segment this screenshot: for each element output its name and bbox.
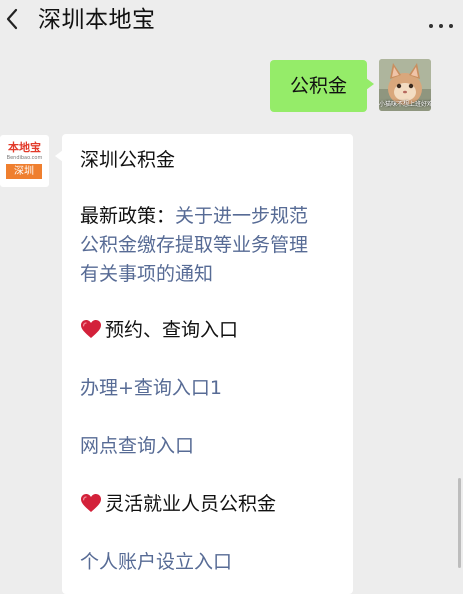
more-options-icon[interactable] — [427, 14, 455, 34]
section-appointment-label: 预约、查询入口 — [105, 319, 239, 341]
policy-link-line-2[interactable]: 公积金缴存提取等业务管理 — [80, 231, 308, 260]
bendibao-logo-text: 本地宝 — [8, 141, 41, 154]
policy-label: 最新政策： — [80, 205, 176, 227]
bendibao-logo-url: Bendibao.com — [6, 155, 43, 161]
outgoing-message: 公积金 小猫咪不想上班好难 — [0, 58, 463, 114]
policy-line: 最新政策：关于进一步规范 — [80, 202, 308, 231]
link-handle-query-1[interactable]: 办理+查询入口1 — [80, 374, 222, 403]
heart-icon — [80, 319, 102, 339]
heart-icon — [80, 493, 102, 513]
policy-link-line-1[interactable]: 关于进一步规范 — [175, 205, 308, 227]
bot-avatar[interactable]: 本地宝 Bendibao.com 深圳 — [0, 135, 49, 187]
link-personal-account-setup[interactable]: 个人账户设立入口 — [80, 548, 232, 577]
back-icon[interactable] — [4, 6, 26, 32]
user-avatar[interactable]: 小猫咪不想上班好难 — [379, 59, 431, 111]
reply-title: 深圳公积金 — [80, 149, 176, 171]
chat-header: 深圳本地宝 — [0, 0, 463, 44]
avatar-caption: 小猫咪不想上班好难 — [379, 101, 431, 108]
incoming-bubble: 深圳公积金 最新政策：关于进一步规范 公积金缴存提取等业务管理 有关事项的通知 … — [55, 134, 353, 594]
section-flexible-employment-title: 灵活就业人员公积金 — [80, 490, 276, 519]
outgoing-bubble[interactable]: 公积金 — [270, 60, 374, 112]
outgoing-text: 公积金 — [289, 75, 347, 97]
policy-link-line-3[interactable]: 有关事项的通知 — [80, 260, 213, 289]
scrollbar[interactable] — [458, 478, 461, 568]
city-tag: 深圳 — [6, 164, 42, 179]
section-appointment-title: 预约、查询入口 — [80, 316, 238, 345]
section-flexible-employment-label: 灵活就业人员公积金 — [105, 493, 277, 515]
chat-title: 深圳本地宝 — [38, 7, 156, 33]
link-branch-query[interactable]: 网点查询入口 — [80, 432, 194, 461]
